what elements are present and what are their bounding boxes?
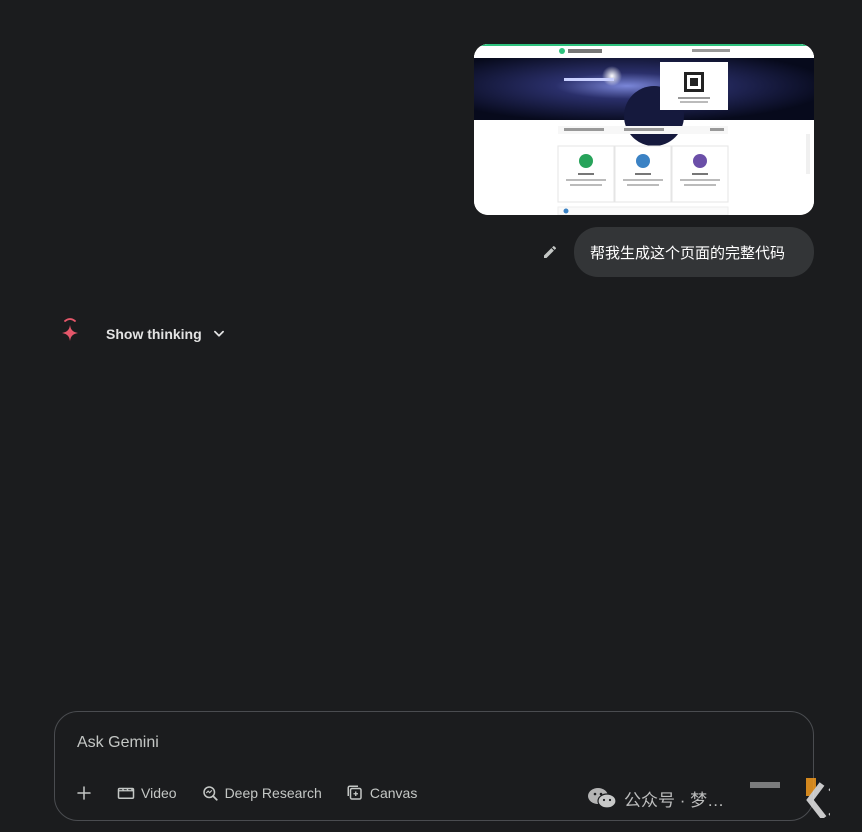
chevron-down-icon bbox=[213, 330, 224, 337]
person-icon bbox=[579, 154, 593, 168]
video-icon bbox=[117, 787, 135, 799]
document-icon bbox=[636, 154, 650, 168]
canvas-tool-label: Canvas bbox=[369, 785, 418, 801]
show-thinking-toggle[interactable]: Show thinking bbox=[106, 324, 226, 344]
deep-research-icon bbox=[202, 786, 218, 801]
watermark-logo bbox=[750, 778, 831, 818]
deep-research-tool-button[interactable]: Deep Research bbox=[191, 780, 332, 806]
show-thinking-label: Show thinking bbox=[106, 326, 202, 342]
user-message-bubble: 帮我生成这个页面的完整代码 bbox=[574, 227, 814, 277]
wechat-icon bbox=[588, 788, 617, 809]
canvas-icon bbox=[347, 785, 362, 800]
add-button[interactable] bbox=[73, 780, 103, 806]
gemini-spark-icon bbox=[58, 316, 82, 346]
plus-icon bbox=[77, 786, 91, 800]
ask-gemini-input[interactable] bbox=[75, 730, 779, 756]
video-tool-label: Video bbox=[141, 785, 177, 801]
canvas-tool-button[interactable]: Canvas bbox=[336, 780, 427, 806]
attached-page-thumbnail bbox=[474, 44, 814, 215]
user-message-text: 帮我生成这个页面的完整代码 bbox=[590, 244, 786, 262]
watermark-text: 公众号 · 梦… bbox=[624, 790, 725, 810]
link-icon bbox=[693, 154, 707, 168]
deep-research-tool-label: Deep Research bbox=[224, 785, 322, 801]
tool-row: Video Deep Research Canvas bbox=[73, 780, 427, 806]
video-tool-button[interactable]: Video bbox=[107, 780, 187, 806]
pencil-icon bbox=[544, 245, 556, 258]
edit-message-button[interactable] bbox=[539, 241, 561, 263]
watermark: 公众号 · 梦… bbox=[586, 778, 831, 818]
attached-image[interactable] bbox=[474, 44, 814, 215]
